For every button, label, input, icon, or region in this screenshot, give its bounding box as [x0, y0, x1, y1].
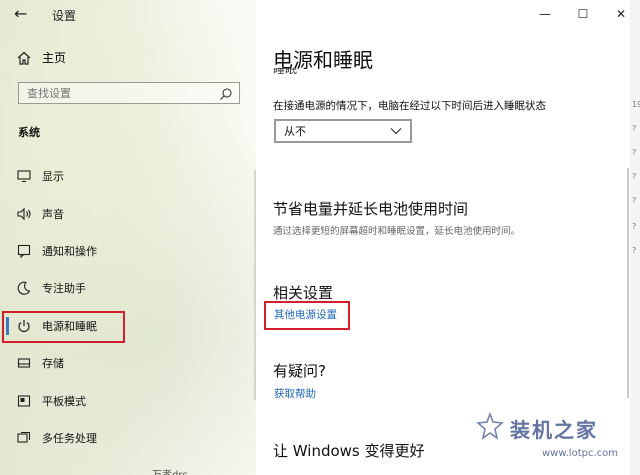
background-window-edge: 19 ? ? ? ? ? ?	[630, 0, 640, 475]
edge-text: ?	[632, 148, 637, 157]
minimize-button[interactable]: —	[526, 0, 564, 28]
watermark-url: www.lotpc.com	[542, 448, 618, 459]
focus-assist-icon	[16, 280, 32, 296]
section-label-system: 系统	[18, 126, 40, 139]
sleep-heading-clipped: 睡眠	[273, 68, 333, 76]
settings-window: ← 设置 主页 系统 显示 声音	[0, 0, 640, 475]
content-pane: — ☐ ✕ 电源和睡眠 睡眠 在接通电源的情况下，电脑在经过以下时间后进入睡眠状…	[256, 0, 640, 475]
edge-text: ?	[632, 196, 637, 205]
nav-home[interactable]: 主页	[16, 49, 66, 66]
watermark: 装机之家	[476, 411, 598, 444]
sidebar-item-label: 通知和操作	[42, 245, 97, 258]
sidebar-item-storage[interactable]: 存储	[16, 352, 64, 374]
battery-saving-heading: 节省电量并延长电池使用时间	[273, 200, 469, 218]
chevron-down-icon	[390, 125, 402, 138]
sleep-heading-text: 睡眠	[273, 68, 298, 76]
background-clipped-text: 万孝drc	[152, 466, 188, 475]
sound-icon	[16, 206, 32, 222]
edge-text: ?	[632, 172, 637, 181]
dropdown-value: 从不	[284, 125, 306, 138]
plugged-in-sleep-label: 在接通电源的情况下，电脑在经过以下时间后进入睡眠状态	[273, 100, 546, 112]
display-icon	[16, 168, 32, 184]
sidebar-item-label: 存储	[42, 357, 64, 370]
sidebar-item-display[interactable]: 显示	[16, 165, 64, 187]
highlight-box-power-link	[264, 301, 350, 330]
sidebar-item-notifications[interactable]: 通知和操作	[16, 240, 97, 262]
edge-text: ?	[632, 222, 637, 231]
question-heading: 有疑问?	[273, 362, 326, 380]
multitasking-icon	[16, 430, 32, 446]
sidebar-item-tablet-mode[interactable]: 平板模式	[16, 390, 86, 412]
search-input[interactable]	[27, 85, 207, 101]
window-title: 设置	[52, 9, 77, 23]
edge-text: 19	[632, 100, 640, 109]
sleep-timeout-dropdown[interactable]: 从不	[274, 119, 412, 143]
notification-icon	[16, 243, 32, 259]
edge-text: ?	[632, 246, 637, 255]
search-box[interactable]	[18, 82, 240, 104]
sidebar-item-focus-assist[interactable]: 专注助手	[16, 277, 86, 299]
edge-text: ?	[632, 124, 637, 133]
watermark-text: 装机之家	[510, 417, 598, 442]
related-settings-heading: 相关设置	[273, 284, 334, 302]
home-icon	[16, 50, 32, 66]
sidebar-item-sound[interactable]: 声音	[16, 203, 64, 225]
sidebar-item-label: 声音	[42, 208, 64, 221]
nav-home-label: 主页	[42, 51, 67, 65]
sidebar-item-label: 平板模式	[42, 395, 86, 408]
sidebar-item-multitasking[interactable]: 多任务处理	[16, 427, 97, 449]
battery-saving-description: 通过选择更短的屏幕超时和睡眠设置，延长电池使用时间。	[273, 226, 521, 237]
window-controls: — ☐ ✕	[526, 0, 640, 28]
tablet-mode-icon	[16, 393, 32, 409]
watermark-logo-icon	[476, 411, 504, 444]
sidebar-item-label: 多任务处理	[42, 432, 97, 445]
get-help-link[interactable]: 获取帮助	[274, 386, 316, 401]
left-nav-pane: ← 设置 主页 系统 显示 声音	[0, 0, 257, 475]
storage-icon	[16, 355, 32, 371]
maximize-button[interactable]: ☐	[564, 0, 602, 28]
content-scrollbar[interactable]	[627, 168, 629, 398]
search-icon[interactable]	[219, 86, 233, 100]
highlight-box-power-sleep	[2, 311, 125, 343]
back-arrow-icon[interactable]: ←	[14, 4, 27, 23]
sidebar-item-label: 显示	[42, 170, 64, 183]
improve-windows-heading: 让 Windows 变得更好	[273, 442, 425, 460]
sidebar-item-label: 专注助手	[42, 282, 86, 295]
